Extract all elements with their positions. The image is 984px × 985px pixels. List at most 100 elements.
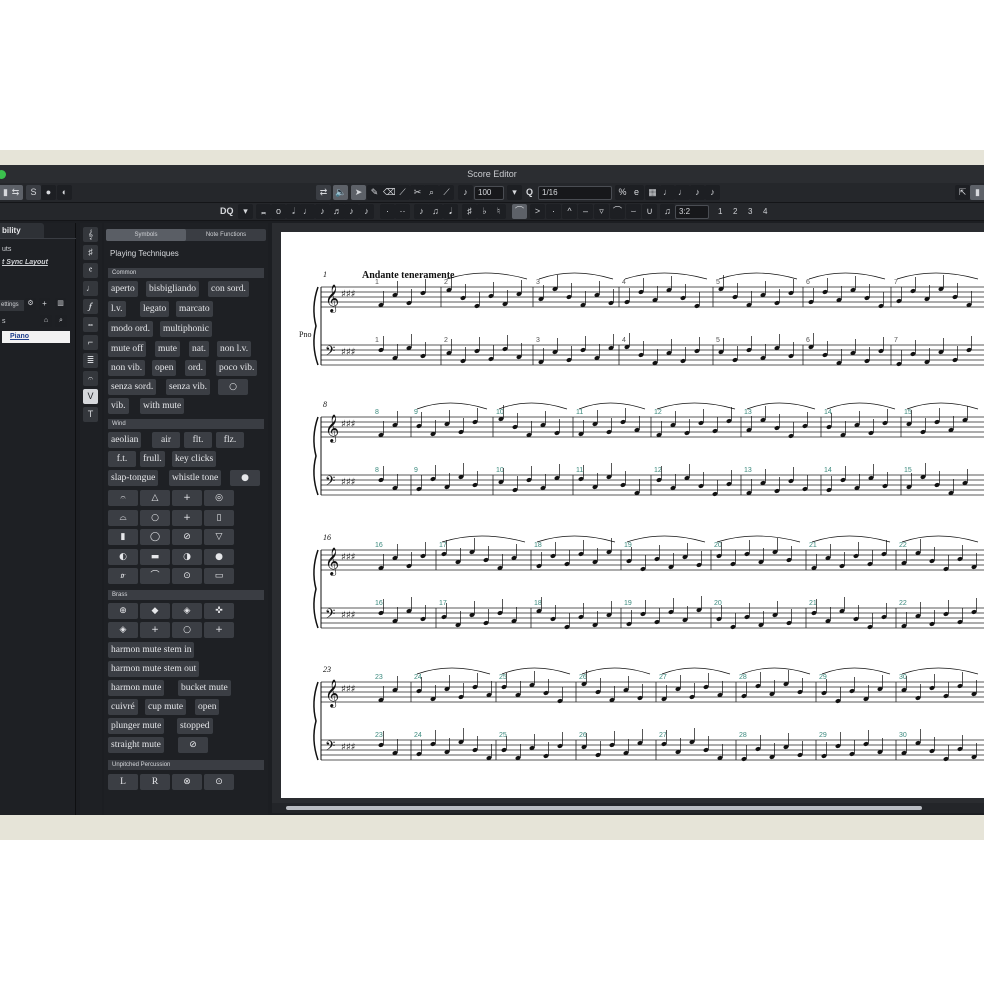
tuplet-icon[interactable]: ♫: [660, 204, 675, 219]
quantize-preset-icon[interactable]: %: [615, 185, 630, 200]
technique-ft[interactable]: f.t.: [108, 451, 136, 467]
slur-icon[interactable]: ⌒: [512, 204, 527, 219]
text-category-icon[interactable]: T: [83, 407, 98, 422]
technique-straight-mute[interactable]: straight mute: [108, 737, 164, 753]
solo-button[interactable]: S: [26, 185, 41, 200]
glue-icon[interactable]: ⟋: [395, 185, 410, 200]
technique-plus-icon[interactable]: +: [172, 490, 202, 506]
draw-icon[interactable]: ✎: [367, 185, 382, 200]
technique-brass-open[interactable]: open: [195, 699, 220, 715]
technique-cuivre[interactable]: cuivré: [108, 699, 138, 715]
track-item-piano[interactable]: Piano: [2, 331, 70, 343]
record-icon[interactable]: ●: [41, 185, 56, 200]
technique-open[interactable]: open: [152, 360, 177, 376]
technique-air[interactable]: air: [152, 432, 180, 448]
eighth-flag-icon[interactable]: ♪: [414, 204, 429, 219]
technique-trill-icon[interactable]: 𝆖: [108, 568, 138, 584]
note-symbol-1-icon[interactable]: ♩: [660, 185, 675, 200]
brass-half-diamond-icon[interactable]: ◈: [172, 603, 202, 619]
horizontal-scrollbar[interactable]: [272, 803, 984, 813]
technique-mute[interactable]: mute: [155, 341, 180, 357]
technique-key-icon[interactable]: ▯: [204, 510, 234, 526]
technique-box-icon[interactable]: ▭: [204, 568, 234, 584]
slash-icon[interactable]: 𝅘𝅥: [443, 204, 458, 219]
scrollbar-thumb[interactable]: [286, 806, 922, 810]
technique-slap-tongue[interactable]: slap-tongue: [108, 470, 159, 486]
object-selection-icon[interactable]: ➤: [351, 185, 366, 200]
show-infoline-icon[interactable]: ⇄: [316, 185, 331, 200]
technique-slashed-circle-icon[interactable]: ⊘: [172, 529, 202, 545]
technique-vib[interactable]: vib.: [108, 398, 129, 414]
velocity-field[interactable]: 100: [474, 186, 504, 200]
zoom-window-icon[interactable]: [0, 170, 6, 179]
staccatissimo-icon[interactable]: ▿: [594, 204, 609, 219]
tempo-category-icon[interactable]: ♩: [83, 281, 98, 296]
home-icon[interactable]: ⌂: [40, 315, 52, 327]
step-input-icon[interactable]: ♪: [458, 185, 473, 200]
technique-harmon-stem-out[interactable]: harmon mute stem out: [108, 661, 200, 677]
scissors-icon[interactable]: ✂: [410, 185, 425, 200]
monitor-icon[interactable]: ◐: [57, 185, 72, 200]
sixtyfourth-note-icon[interactable]: ♪: [359, 204, 374, 219]
bow-icon[interactable]: ⌣: [626, 204, 641, 219]
double-dot-icon[interactable]: ··: [395, 204, 410, 219]
technique-flz[interactable]: flz.: [216, 432, 244, 448]
section-brass[interactable]: Brass: [108, 590, 264, 600]
technique-lv[interactable]: l.v.: [108, 301, 126, 317]
percussion-right-hand[interactable]: R: [140, 774, 170, 790]
technique-non-vib[interactable]: non vib.: [108, 360, 146, 376]
brass-slashed-circle-icon[interactable]: ⊘: [178, 737, 208, 753]
lines-category-icon[interactable]: ⌐: [83, 335, 98, 350]
beamed-icon[interactable]: ♫: [428, 204, 443, 219]
technique-marcato[interactable]: marcato: [176, 301, 213, 317]
technique-aeolian[interactable]: aeolian: [108, 432, 142, 448]
time-category-icon[interactable]: 𝄴: [83, 263, 98, 278]
percussion-left-hand[interactable]: L: [108, 774, 138, 790]
technique-lips-icon[interactable]: ⌓: [108, 510, 138, 526]
technique-flt[interactable]: flt.: [184, 432, 212, 448]
technique-down-triangle-icon[interactable]: ▽: [204, 529, 234, 545]
technique-poco-vib[interactable]: poco vib.: [216, 360, 258, 376]
half-note-icon[interactable]: 𝅗𝅥: [286, 204, 301, 219]
playing-techniques-category-icon[interactable]: V: [83, 389, 98, 404]
add-icon[interactable]: +: [39, 298, 50, 310]
section-common[interactable]: Common: [108, 268, 264, 278]
technique-multiphonic[interactable]: multiphonic: [160, 321, 212, 337]
technique-bisbigliando[interactable]: bisbigliando: [146, 281, 199, 297]
technique-plunger-mute[interactable]: plunger mute: [108, 718, 165, 734]
tab-note-functions[interactable]: Note Functions: [186, 229, 266, 241]
fermata-category-icon[interactable]: 𝄐: [83, 371, 98, 386]
technique-cup-mute[interactable]: cup mute: [145, 699, 187, 715]
key-category-icon[interactable]: ♯: [83, 245, 98, 260]
whole-note-icon[interactable]: o: [271, 204, 286, 219]
trash-icon[interactable]: ▥: [55, 298, 66, 310]
technique-plus-small-icon[interactable]: +: [172, 510, 202, 526]
brass-diamond-icon[interactable]: ◆: [140, 603, 170, 619]
technique-senza-vib[interactable]: senza vib.: [166, 379, 210, 395]
technique-mute-off[interactable]: mute off: [108, 341, 147, 357]
brass-stopped-icon[interactable]: +: [204, 622, 234, 638]
fermata-icon[interactable]: ⌒: [610, 204, 625, 219]
auto-quantize-icon[interactable]: e: [629, 185, 644, 200]
sync-layout-link[interactable]: t Sync Layout: [2, 259, 48, 266]
color-icon[interactable]: ⟋: [439, 185, 454, 200]
layout-category-icon[interactable]: ≣: [83, 353, 98, 368]
natural-icon[interactable]: ♮: [491, 204, 506, 219]
window-zoom-icon[interactable]: ⇱: [955, 185, 970, 200]
technique-open-hole-icon[interactable]: ○: [140, 510, 170, 526]
technique-double-circle-icon[interactable]: ◎: [204, 490, 234, 506]
technique-half-circle-icon[interactable]: ◑: [172, 549, 202, 565]
dot-icon[interactable]: ·: [380, 204, 395, 219]
technique-harmonic-circle[interactable]: ○: [218, 379, 248, 395]
technique-non-lv[interactable]: non l.v.: [217, 341, 252, 357]
voice-2-button[interactable]: 2: [733, 204, 737, 219]
technique-with-mute[interactable]: with mute: [140, 398, 185, 414]
flat-icon[interactable]: ♭: [477, 204, 492, 219]
tab-symbols[interactable]: Symbols: [106, 229, 186, 241]
brass-cross-icon[interactable]: ✜: [204, 603, 234, 619]
brass-plus-icon[interactable]: +: [140, 622, 170, 638]
technique-rectangle-icon[interactable]: ▬: [140, 549, 170, 565]
technique-filled-circle-icon[interactable]: ●: [204, 549, 234, 565]
brass-left-diamond-icon[interactable]: ◈: [108, 622, 138, 638]
brass-circle-plus-icon[interactable]: ⊕: [108, 603, 138, 619]
